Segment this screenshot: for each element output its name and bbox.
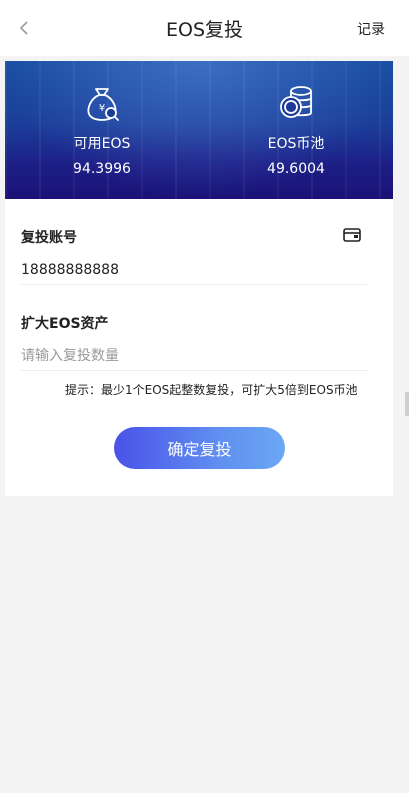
confirm-reinvest-button[interactable]: 确定复投 bbox=[114, 427, 285, 469]
balance-banner: ¥ 可用EOS 94.3996 EOS币池 49.6004 bbox=[5, 61, 393, 199]
scrollbar[interactable] bbox=[405, 392, 409, 416]
chevron-left-icon bbox=[19, 21, 28, 35]
quantity-input[interactable] bbox=[21, 345, 367, 367]
back-button[interactable] bbox=[12, 16, 36, 40]
account-value: 18888888888 bbox=[21, 262, 119, 278]
reinvest-form: 复投账号 18888888888 扩大EOS资产 提示：最少1个EOS起整数复投… bbox=[5, 199, 393, 496]
available-eos-stat: ¥ 可用EOS 94.3996 bbox=[5, 61, 199, 199]
money-bag-icon: ¥ bbox=[87, 88, 119, 121]
hint-text: 提示：最少1个EOS起整数复投，可扩大5倍到EOS币池 bbox=[65, 383, 358, 397]
wallet-icon[interactable] bbox=[342, 225, 362, 245]
page-title: EOS复投 bbox=[165, 18, 244, 41]
account-label: 复投账号 bbox=[21, 230, 77, 246]
coin-stack-icon bbox=[280, 86, 312, 118]
eos-pool-value: 49.6004 bbox=[267, 161, 325, 177]
eos-pool-label: EOS币池 bbox=[267, 136, 325, 152]
available-eos-value: 94.3996 bbox=[73, 161, 131, 177]
eos-pool-stat: EOS币池 49.6004 bbox=[199, 61, 393, 199]
svg-text:¥: ¥ bbox=[99, 103, 105, 114]
available-eos-label: 可用EOS bbox=[73, 136, 131, 152]
quantity-label: 扩大EOS资产 bbox=[21, 316, 109, 332]
divider bbox=[21, 284, 367, 285]
record-link[interactable]: 记录 bbox=[357, 19, 385, 39]
divider bbox=[21, 370, 367, 371]
navbar: EOS复投 记录 bbox=[0, 0, 409, 56]
